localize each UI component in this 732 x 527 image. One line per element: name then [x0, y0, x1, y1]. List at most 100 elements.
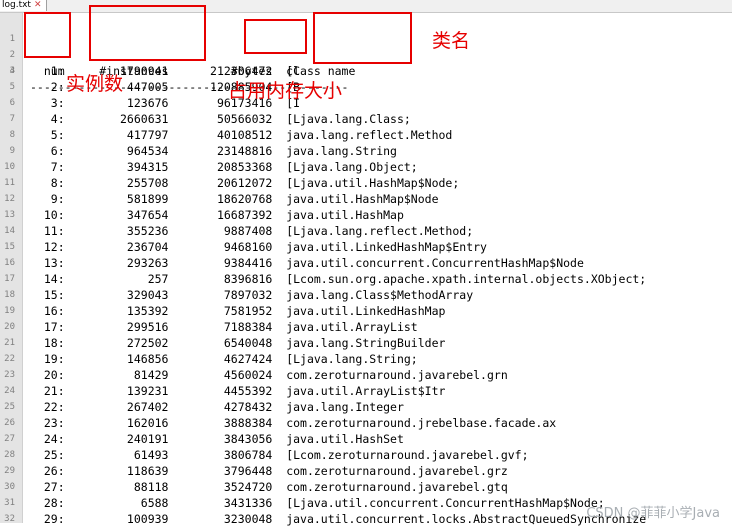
row-bytes: 3843056: [168, 432, 287, 446]
file-tab[interactable]: log.txt ✕: [0, 0, 47, 11]
row-num: 28:: [30, 496, 65, 510]
row-class-name: com.zeroturnaround.jrebelbase.facade.ax: [286, 416, 557, 430]
row-class-name: java.util.LinkedHashMap$Entry: [286, 240, 487, 254]
row-text: 24: 240191 3843056 java.util.HashSet: [30, 431, 404, 447]
row-num: 10:: [30, 208, 65, 222]
line-number: 24: [4, 386, 15, 396]
table-row: 25 22: 267402 4278432 java.lang.Integer: [0, 399, 732, 415]
row-bytes: 212306472: [168, 64, 287, 78]
line-number: 29: [4, 466, 15, 476]
table-row: 20 17: 299516 7188384 java.util.ArrayLis…: [0, 319, 732, 335]
row-text: 27: 88118 3524720 com.zeroturnaround.jav…: [30, 479, 508, 495]
row-num: 20:: [30, 368, 65, 382]
file-tab-label: log.txt: [2, 0, 31, 10]
table-row: 22 19: 146856 4627424 [Ljava.lang.String…: [0, 351, 732, 367]
row-bytes: 3230048: [168, 512, 287, 526]
row-instances: 162016: [64, 416, 169, 430]
line-number: 25: [4, 402, 15, 412]
row-num: 8:: [30, 176, 65, 190]
row-instances: 139231: [64, 384, 169, 398]
row-instances: 2660631: [64, 112, 169, 126]
line-number: 8: [9, 130, 15, 140]
row-class-name: [Ljava.util.concurrent.ConcurrentHashMap…: [286, 496, 605, 510]
row-text: 26: 118639 3796448 com.zeroturnaround.ja…: [30, 463, 508, 479]
row-bytes: 9384416: [168, 256, 287, 270]
row-num: 7:: [30, 160, 65, 174]
row-num: 3:: [30, 96, 65, 110]
row-class-name: java.lang.Class$MethodArray: [286, 288, 474, 302]
row-bytes: 3524720: [168, 480, 287, 494]
row-class-name: [Ljava.lang.Class;: [286, 112, 411, 126]
table-row: 13 10: 347654 16687392 java.util.HashMap: [0, 207, 732, 223]
line-number: 7: [9, 114, 15, 124]
row-instances: 81429: [64, 368, 169, 382]
row-class-name: com.zeroturnaround.javarebel.gtq: [286, 480, 508, 494]
line-number: 32: [4, 514, 15, 524]
row-class-name: java.util.LinkedHashMap: [286, 304, 446, 318]
row-class-name: [Ljava.lang.Object;: [286, 160, 418, 174]
row-bytes: 4560024: [168, 368, 287, 382]
row-class-name: java.lang.reflect.Method: [286, 128, 453, 142]
line-number: 10: [4, 162, 15, 172]
line-number: 5: [9, 82, 15, 92]
line-number: 12: [4, 194, 15, 204]
bytes-highlight-box: [244, 19, 307, 54]
row-bytes: 3796448: [168, 464, 287, 478]
row-num: 25:: [30, 448, 65, 462]
row-bytes: 4627424: [168, 352, 287, 366]
line-number: 6: [9, 98, 15, 108]
table-row: 18 15: 329043 7897032 java.lang.Class$Me…: [0, 287, 732, 303]
line-number: 18: [4, 290, 15, 300]
table-row: 15 12: 236704 9468160 java.util.LinkedHa…: [0, 239, 732, 255]
row-text: 25: 61493 3806784 [Lcom.zeroturnaround.j…: [30, 447, 529, 463]
row-instances: 272502: [64, 336, 169, 350]
line-number: 26: [4, 418, 15, 428]
row-num: 9:: [30, 192, 65, 206]
row-bytes: 4455392: [168, 384, 287, 398]
line-number: 22: [4, 354, 15, 364]
instances-highlight-box: [89, 5, 206, 61]
row-num: 24:: [30, 432, 65, 446]
close-icon[interactable]: ✕: [34, 0, 42, 10]
row-num: 18:: [30, 336, 65, 350]
row-text: 23: 162016 3888384 com.zeroturnaround.jr…: [30, 415, 556, 431]
row-bytes: 3806784: [168, 448, 287, 462]
row-instances: 581899: [64, 192, 169, 206]
row-bytes: 3431336: [168, 496, 287, 510]
row-num: 29:: [30, 512, 65, 526]
line-number: 9: [9, 146, 15, 156]
instance-count-annotation: 实例数: [66, 73, 124, 95]
row-bytes: 7581952: [168, 304, 287, 318]
row-bytes: 20853368: [168, 160, 287, 174]
row-instances: 347654: [64, 208, 169, 222]
row-class-name: [Lcom.zeroturnaround.javarebel.gvf;: [286, 448, 529, 462]
row-bytes: 8396816: [168, 272, 287, 286]
line-number: 16: [4, 258, 15, 268]
row-num: 1:: [30, 64, 65, 78]
class-name-annotation: 类名: [432, 30, 471, 52]
row-bytes: 23148816: [168, 144, 287, 158]
table-row: 28 25: 61493 3806784 [Lcom.zeroturnaroun…: [0, 447, 732, 463]
table-row: 24 21: 139231 4455392 java.util.ArrayLis…: [0, 383, 732, 399]
row-bytes: 7897032: [168, 288, 287, 302]
table-row: 27 24: 240191 3843056 java.util.HashSet: [0, 431, 732, 447]
row-num: 5:: [30, 128, 65, 142]
row-class-name: java.util.concurrent.ConcurrentHashMap$N…: [286, 256, 584, 270]
table-row: 9 6: 964534 23148816 java.lang.String: [0, 143, 732, 159]
row-num: 11:: [30, 224, 65, 238]
row-instances: 355236: [64, 224, 169, 238]
row-class-name: java.util.ArrayList$Itr: [286, 384, 446, 398]
table-row: 29 26: 118639 3796448 com.zeroturnaround…: [0, 463, 732, 479]
table-row: 23 20: 81429 4560024 com.zeroturnaround.…: [0, 367, 732, 383]
row-bytes: 4278432: [168, 400, 287, 414]
row-bytes: 40108512: [168, 128, 287, 142]
row-instances: 6588: [64, 496, 169, 510]
row-class-name: com.zeroturnaround.javarebel.grn: [286, 368, 508, 382]
row-class-name: com.zeroturnaround.javarebel.grz: [286, 464, 508, 478]
row-bytes: 9468160: [168, 240, 287, 254]
row-instances: 255708: [64, 176, 169, 190]
row-class-name: java.lang.StringBuilder: [286, 336, 446, 350]
row-text: 8: 255708 20612072 [Ljava.util.HashMap$N…: [30, 175, 460, 191]
row-text: 14: 257 8396816 [Lcom.sun.org.apache.xpa…: [30, 271, 646, 287]
row-text: 21: 139231 4455392 java.util.ArrayList$I…: [30, 383, 446, 399]
